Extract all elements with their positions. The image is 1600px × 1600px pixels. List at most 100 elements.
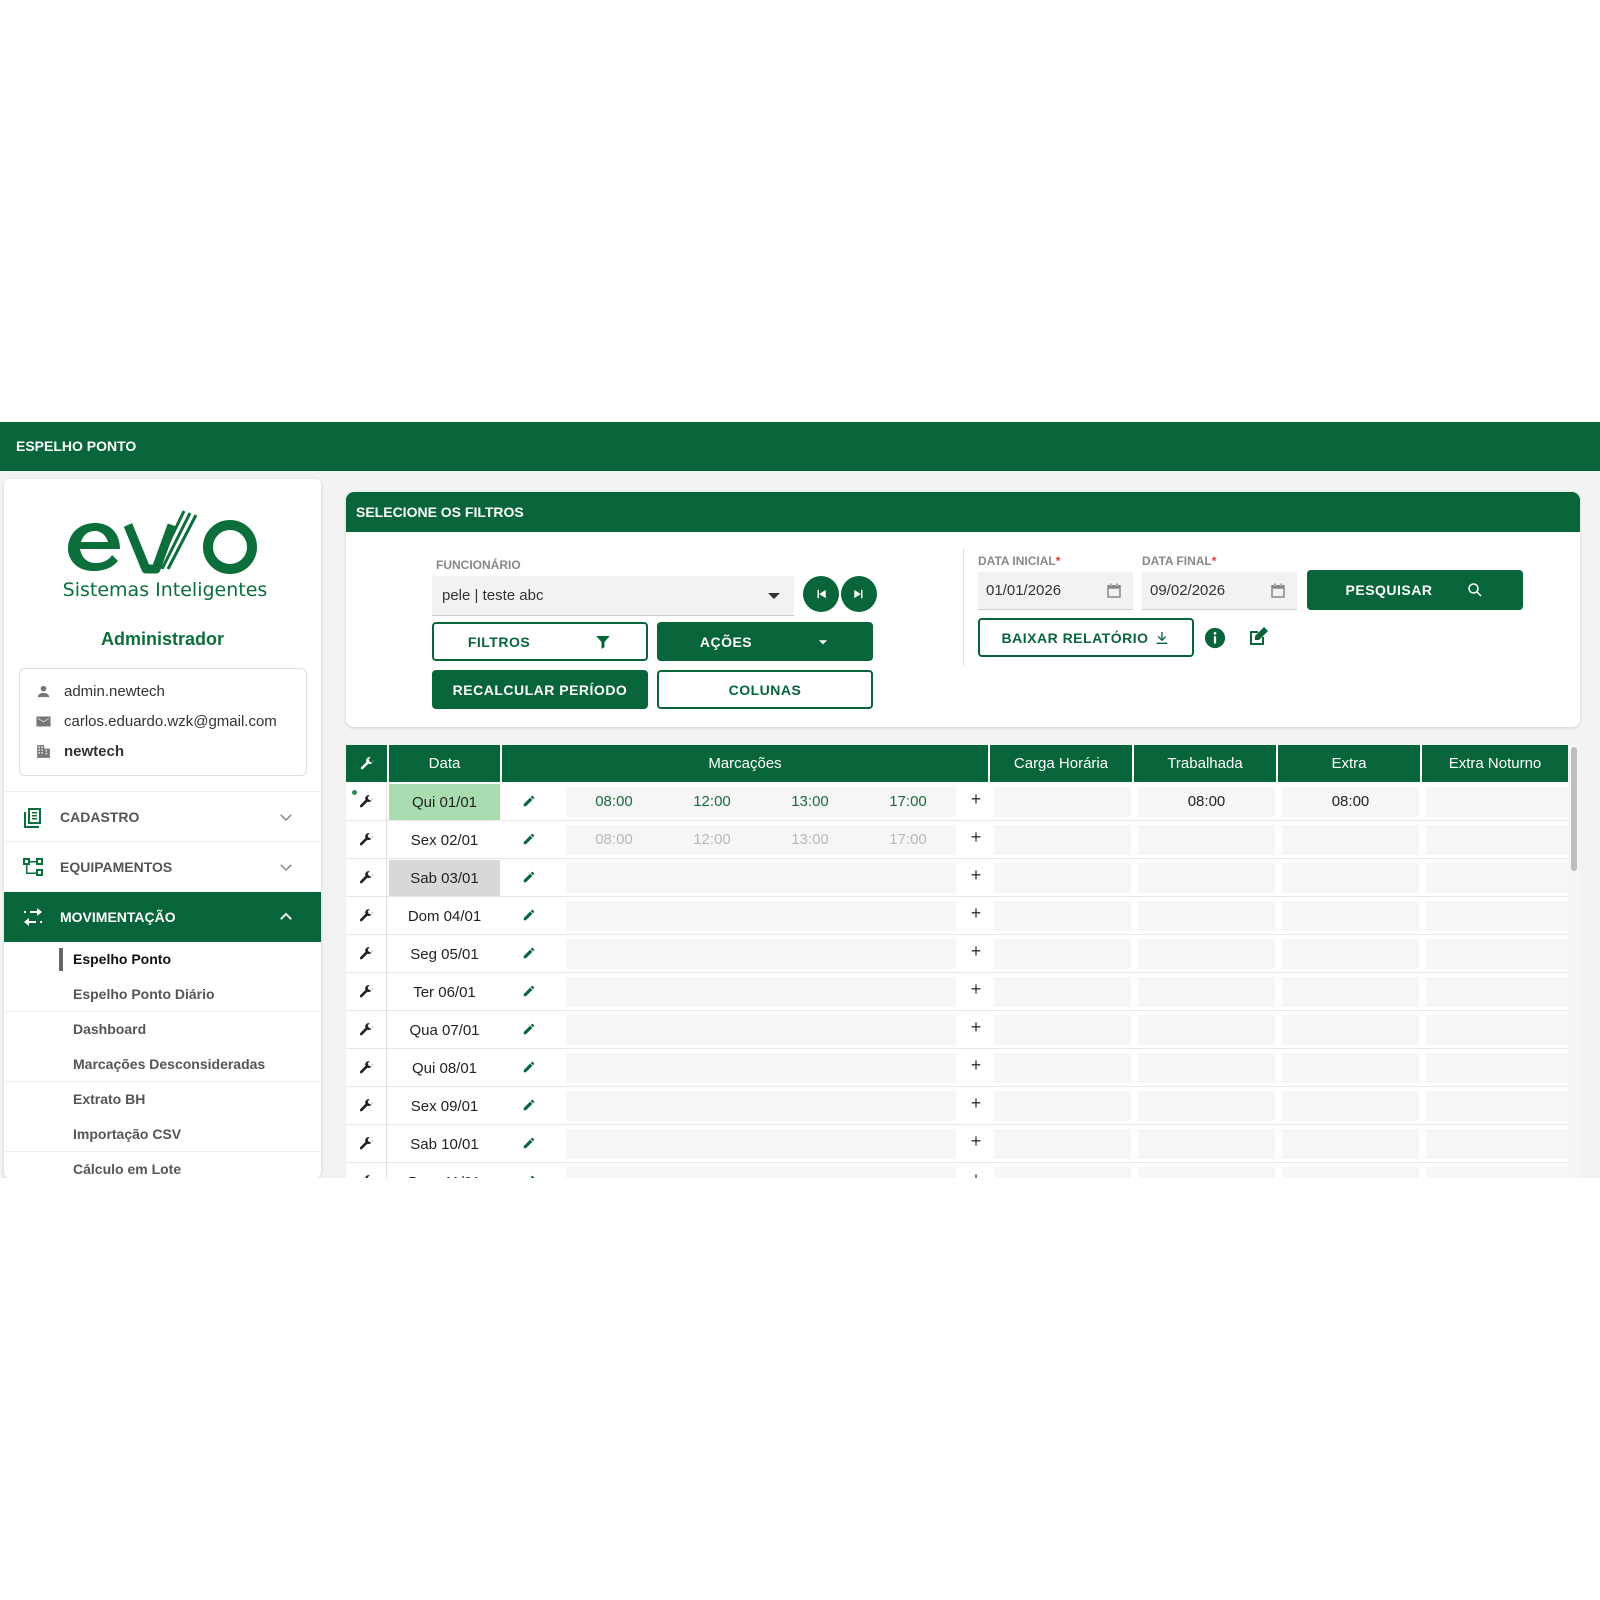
row-tools-button[interactable] [346,783,387,821]
marks-cell[interactable] [566,1167,956,1178]
add-mark-button[interactable]: + [966,1169,986,1178]
marks-cell[interactable] [566,901,956,931]
scrollbar-thumb[interactable] [1571,747,1577,871]
add-mark-button[interactable]: + [966,827,986,848]
header-data[interactable]: Data [389,745,500,782]
table-row[interactable]: Dom 11/01 + [346,1163,1568,1178]
table-row[interactable]: Seg 05/01 + [346,935,1568,973]
add-mark-button[interactable]: + [966,789,986,810]
baixar-relatorio-button[interactable]: BAIXAR RELATÓRIO [978,618,1194,657]
marks-cell[interactable] [566,863,956,893]
edit-marks-button[interactable] [522,984,536,998]
submenu-marcacoes-desconsideradas[interactable]: Marcações Desconsideradas [4,1047,321,1082]
end-date-input[interactable]: 09/02/2026 [1142,572,1297,610]
first-employee-button[interactable] [803,576,839,612]
table-row[interactable]: Sex 09/01 + [346,1087,1568,1125]
row-tools-button[interactable] [346,1011,387,1049]
edit-marks-button[interactable] [522,1060,536,1074]
edit-marks-button[interactable] [522,794,536,808]
edit-marks-button[interactable] [522,1136,536,1150]
marks-cell[interactable]: 08:00 12:00 13:00 17:00 [566,825,956,855]
table-row[interactable]: Sab 10/01 + [346,1125,1568,1163]
time-mark[interactable]: 08:00 [574,825,654,855]
time-mark[interactable]: 17:00 [868,787,948,817]
pesquisar-button[interactable]: PESQUISAR [1307,570,1523,610]
marks-cell[interactable]: 08:00 12:00 13:00 17:00 [566,787,956,817]
header-extra-noturno[interactable]: Extra Noturno [1422,745,1568,782]
edit-note-icon[interactable] [1246,625,1270,649]
recalcular-periodo-button[interactable]: RECALCULAR PERÍODO [432,670,648,709]
filtros-button[interactable]: FILTROS [432,622,648,661]
table-row[interactable]: Sab 03/01 + [346,859,1568,897]
marks-cell[interactable] [566,1015,956,1045]
row-tools-button[interactable] [346,935,387,973]
table-row[interactable]: Sex 02/01 08:00 12:00 13:00 17:00 + [346,821,1568,859]
row-tools-button[interactable] [346,1087,387,1125]
row-tools-button[interactable] [346,1125,387,1163]
time-mark[interactable]: 12:00 [672,787,752,817]
add-mark-button[interactable]: + [966,865,986,886]
wrench-icon [359,909,373,922]
header-carga-horaria[interactable]: Carga Horária [990,745,1132,782]
calendar-icon[interactable] [1105,582,1123,600]
employee-select[interactable]: pele | teste abc [432,576,794,616]
marks-cell[interactable] [566,977,956,1007]
edit-marks-button[interactable] [522,870,536,884]
time-mark[interactable]: 12:00 [672,825,752,855]
marks-cell[interactable] [566,1053,956,1083]
add-mark-button[interactable]: + [966,1093,986,1114]
start-date-input[interactable]: 01/01/2026 [978,572,1133,610]
row-tools-button[interactable] [346,1163,387,1178]
row-tools-button[interactable] [346,821,387,859]
submenu-importacao-csv[interactable]: Importação CSV [4,1117,321,1152]
table-row[interactable]: Dom 04/01 + [346,897,1568,935]
submenu-calculo-em-lote[interactable]: Cálculo em Lote [4,1152,321,1178]
table-scrollbar[interactable] [1568,745,1580,1178]
marks-cell[interactable] [566,1129,956,1159]
marks-cell[interactable] [566,1091,956,1121]
time-mark[interactable]: 08:00 [574,787,654,817]
last-employee-button[interactable] [841,576,877,612]
row-date: Dom 11/01 [389,1164,500,1179]
row-tools-button[interactable] [346,897,387,935]
header-extra[interactable]: Extra [1278,745,1420,782]
edit-marks-button[interactable] [522,1022,536,1036]
colunas-button[interactable]: COLUNAS [657,670,873,709]
menu-cadastro[interactable]: CADASTRO [4,791,321,841]
time-mark[interactable]: 13:00 [770,787,850,817]
calendar-icon[interactable] [1269,582,1287,600]
add-mark-button[interactable]: + [966,979,986,1000]
submenu-dashboard[interactable]: Dashboard [4,1012,321,1047]
edit-marks-button[interactable] [522,946,536,960]
marks-cell[interactable] [566,939,956,969]
table-row[interactable]: Ter 06/01 + [346,973,1568,1011]
time-mark[interactable]: 13:00 [770,825,850,855]
menu-equipamentos[interactable]: EQUIPAMENTOS [4,841,321,891]
add-mark-button[interactable]: + [966,1131,986,1152]
table-row[interactable]: Qua 07/01 + [346,1011,1568,1049]
extra-noturno-cell [1426,1053,1568,1083]
submenu-espelho-ponto-diario[interactable]: Espelho Ponto Diário [4,977,321,1012]
row-tools-button[interactable] [346,973,387,1011]
time-mark[interactable]: 17:00 [868,825,948,855]
edit-marks-button[interactable] [522,832,536,846]
menu-movimentacao[interactable]: MOVIMENTAÇÃO [4,892,321,942]
add-mark-button[interactable]: + [966,1055,986,1076]
info-icon[interactable] [1204,627,1226,649]
edit-marks-button[interactable] [522,1174,536,1178]
acoes-button[interactable]: AÇÕES [657,622,873,661]
edit-marks-button[interactable] [522,1098,536,1112]
header-tools[interactable] [346,745,387,782]
header-trabalhada[interactable]: Trabalhada [1134,745,1276,782]
add-mark-button[interactable]: + [966,903,986,924]
submenu-extrato-bh[interactable]: Extrato BH [4,1082,321,1117]
edit-marks-button[interactable] [522,908,536,922]
row-tools-button[interactable] [346,859,387,897]
add-mark-button[interactable]: + [966,1017,986,1038]
table-row[interactable]: Qui 08/01 + [346,1049,1568,1087]
header-marcacoes[interactable]: Marcações [502,745,988,782]
add-mark-button[interactable]: + [966,941,986,962]
submenu-espelho-ponto[interactable]: Espelho Ponto [4,942,321,977]
row-tools-button[interactable] [346,1049,387,1087]
table-row[interactable]: Qui 01/01 08:00 12:00 13:00 17:00 +08:00 08:00 [346,783,1568,821]
